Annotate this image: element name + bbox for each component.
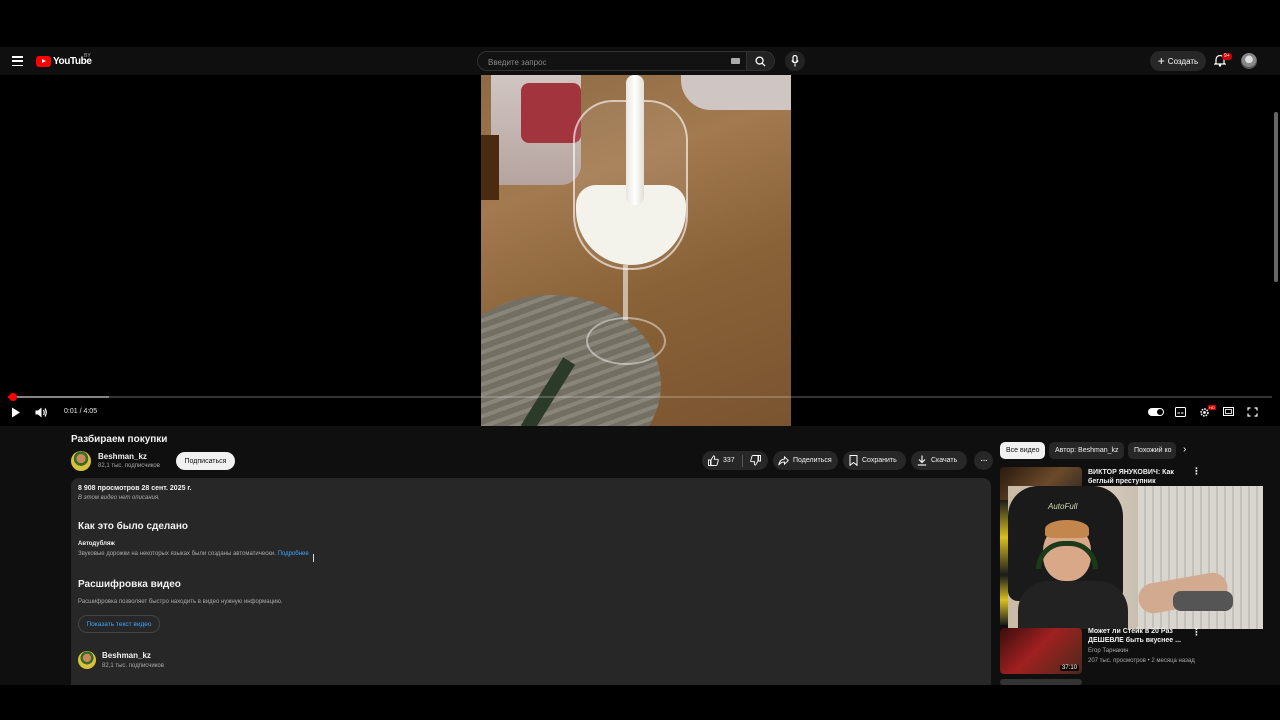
region-code: BY (84, 53, 91, 59)
subtitles-icon[interactable] (1175, 407, 1186, 417)
more-actions-button[interactable]: ··· (974, 451, 993, 470)
recommendation-title[interactable]: Может ли Стейк в 20 Раз ДЕШЕВЛЕ быть вку… (1088, 627, 1184, 645)
progress-buffered (8, 396, 110, 398)
autodub-text: Звуковые дорожки на некоторых языках был… (78, 551, 309, 557)
views-and-date: 8 908 просмотров 28 сент. 2025 г. (78, 485, 192, 492)
video-duration: 37:10 (1059, 665, 1079, 671)
scene-bottle (481, 135, 499, 200)
scrollbar-thumb[interactable] (1274, 112, 1278, 282)
share-arrow-icon (778, 455, 789, 465)
play-icon[interactable] (11, 407, 21, 418)
scene-bag-2 (681, 75, 791, 110)
user-avatar[interactable] (1241, 53, 1257, 69)
chip-by-author[interactable]: Автор: Beshman_kz (1049, 442, 1124, 459)
subscribe-button[interactable]: Подписаться (176, 452, 235, 470)
scene-meat (521, 83, 581, 143)
learn-more-link[interactable]: Подробнее (278, 551, 309, 557)
create-button[interactable]: + Создать (1150, 51, 1206, 71)
description-channel-name[interactable]: Beshman_kz (102, 651, 151, 660)
like-count: 337 (723, 457, 735, 464)
preview-chair-label: AutoFull (1048, 502, 1078, 511)
recommendation-thumbnail[interactable]: 37:10 (1000, 628, 1082, 674)
description-panel[interactable]: 8 908 просмотров 28 сент. 2025 г. В этом… (71, 478, 991, 685)
channel-subscribers: 82,1 тыс. подписчиков (98, 463, 160, 469)
scene-milk-pour (626, 75, 644, 205)
time-display: 0:01 / 4:05 (64, 408, 98, 415)
microphone-icon (791, 55, 799, 67)
youtube-play-icon (36, 55, 51, 67)
like-divider (741, 454, 743, 467)
transcript-heading: Расшифровка видео (78, 579, 181, 590)
thumbs-down-icon[interactable] (749, 455, 761, 466)
progress-scrubber[interactable] (9, 393, 18, 401)
chip-similar[interactable]: Похожий ко (1128, 442, 1176, 459)
screen-letterbox-top (0, 0, 1280, 47)
keyboard-icon[interactable] (731, 58, 740, 64)
no-description-text: В этом видео нет описания. (78, 495, 160, 501)
download-label: Скачать (931, 457, 958, 464)
search-input[interactable] (486, 52, 720, 72)
save-label: Сохранить (862, 457, 897, 464)
channel-name[interactable]: Beshman_kz (98, 452, 147, 461)
like-button[interactable]: 337 (708, 455, 735, 466)
recommendation-meta: 207 тыс. просмотров • 2 месяца назад (1088, 658, 1195, 664)
hd-badge: HD (1208, 405, 1216, 410)
screen-letterbox-bottom (0, 685, 1280, 720)
create-label: Создать (1167, 56, 1199, 66)
share-label: Поделиться (793, 457, 832, 464)
like-dislike-group: 337 (702, 451, 768, 470)
transcript-description: Расшифровка позволяет быстро находить в … (78, 599, 283, 605)
theater-mode-icon[interactable] (1223, 407, 1234, 416)
download-icon (917, 455, 927, 466)
bookmark-icon (849, 455, 858, 466)
plus-icon: + (1157, 54, 1165, 68)
more-vertical-icon[interactable]: ⋮ (1192, 466, 1201, 477)
thumbs-up-icon (708, 455, 719, 466)
video-player[interactable]: 0:01 / 4:05 HD (0, 75, 1280, 426)
video-frame[interactable] (481, 75, 791, 426)
autodub-title: Автодубляж (78, 541, 115, 547)
how-made-heading: Как это было сделано (78, 521, 188, 532)
chevron-right-icon[interactable]: › (1183, 444, 1186, 455)
fullscreen-icon[interactable] (1247, 407, 1258, 417)
more-vertical-icon[interactable]: ⋮ (1192, 627, 1201, 638)
preview-person-hair (1045, 520, 1089, 538)
video-title: Разбираем покупки (71, 434, 168, 445)
channel-avatar[interactable] (71, 451, 91, 471)
scene-glass-stem (623, 265, 628, 320)
description-channel-avatar[interactable] (78, 651, 96, 669)
share-button[interactable]: Поделиться (773, 451, 838, 470)
volume-icon[interactable] (35, 407, 48, 418)
text-cursor (313, 554, 314, 562)
search-icon (755, 56, 766, 67)
hover-preview[interactable]: AutoFull (1008, 486, 1263, 629)
progress-bar[interactable] (8, 393, 1272, 401)
page-scrollbar[interactable] (1274, 112, 1278, 682)
notifications-badge: 9+ (1222, 53, 1232, 60)
autoplay-toggle[interactable] (1148, 408, 1164, 416)
download-button[interactable]: Скачать (911, 451, 967, 470)
show-transcript-button[interactable]: Показать текст видео (78, 615, 160, 633)
save-button[interactable]: Сохранить (843, 451, 906, 470)
scene-glass-base (586, 317, 666, 365)
autodub-description: Звуковые дорожки на некоторых языках был… (78, 551, 276, 557)
preview-person-body (1018, 581, 1128, 629)
search-box (477, 51, 747, 72)
recommendation-channel[interactable]: Егор Тарнакин (1088, 648, 1128, 654)
description-channel-subscribers: 82,1 тыс. подписчиков (102, 663, 164, 669)
search-button[interactable] (747, 51, 775, 71)
menu-icon[interactable] (12, 56, 23, 67)
chip-all-videos[interactable]: Все видео (1000, 442, 1045, 459)
voice-search-button[interactable] (785, 51, 805, 71)
more-horizontal-icon: ··· (980, 455, 988, 466)
preview-shoe (1173, 591, 1233, 611)
masthead: YouTube BY + Создать 9+ (0, 47, 1280, 75)
